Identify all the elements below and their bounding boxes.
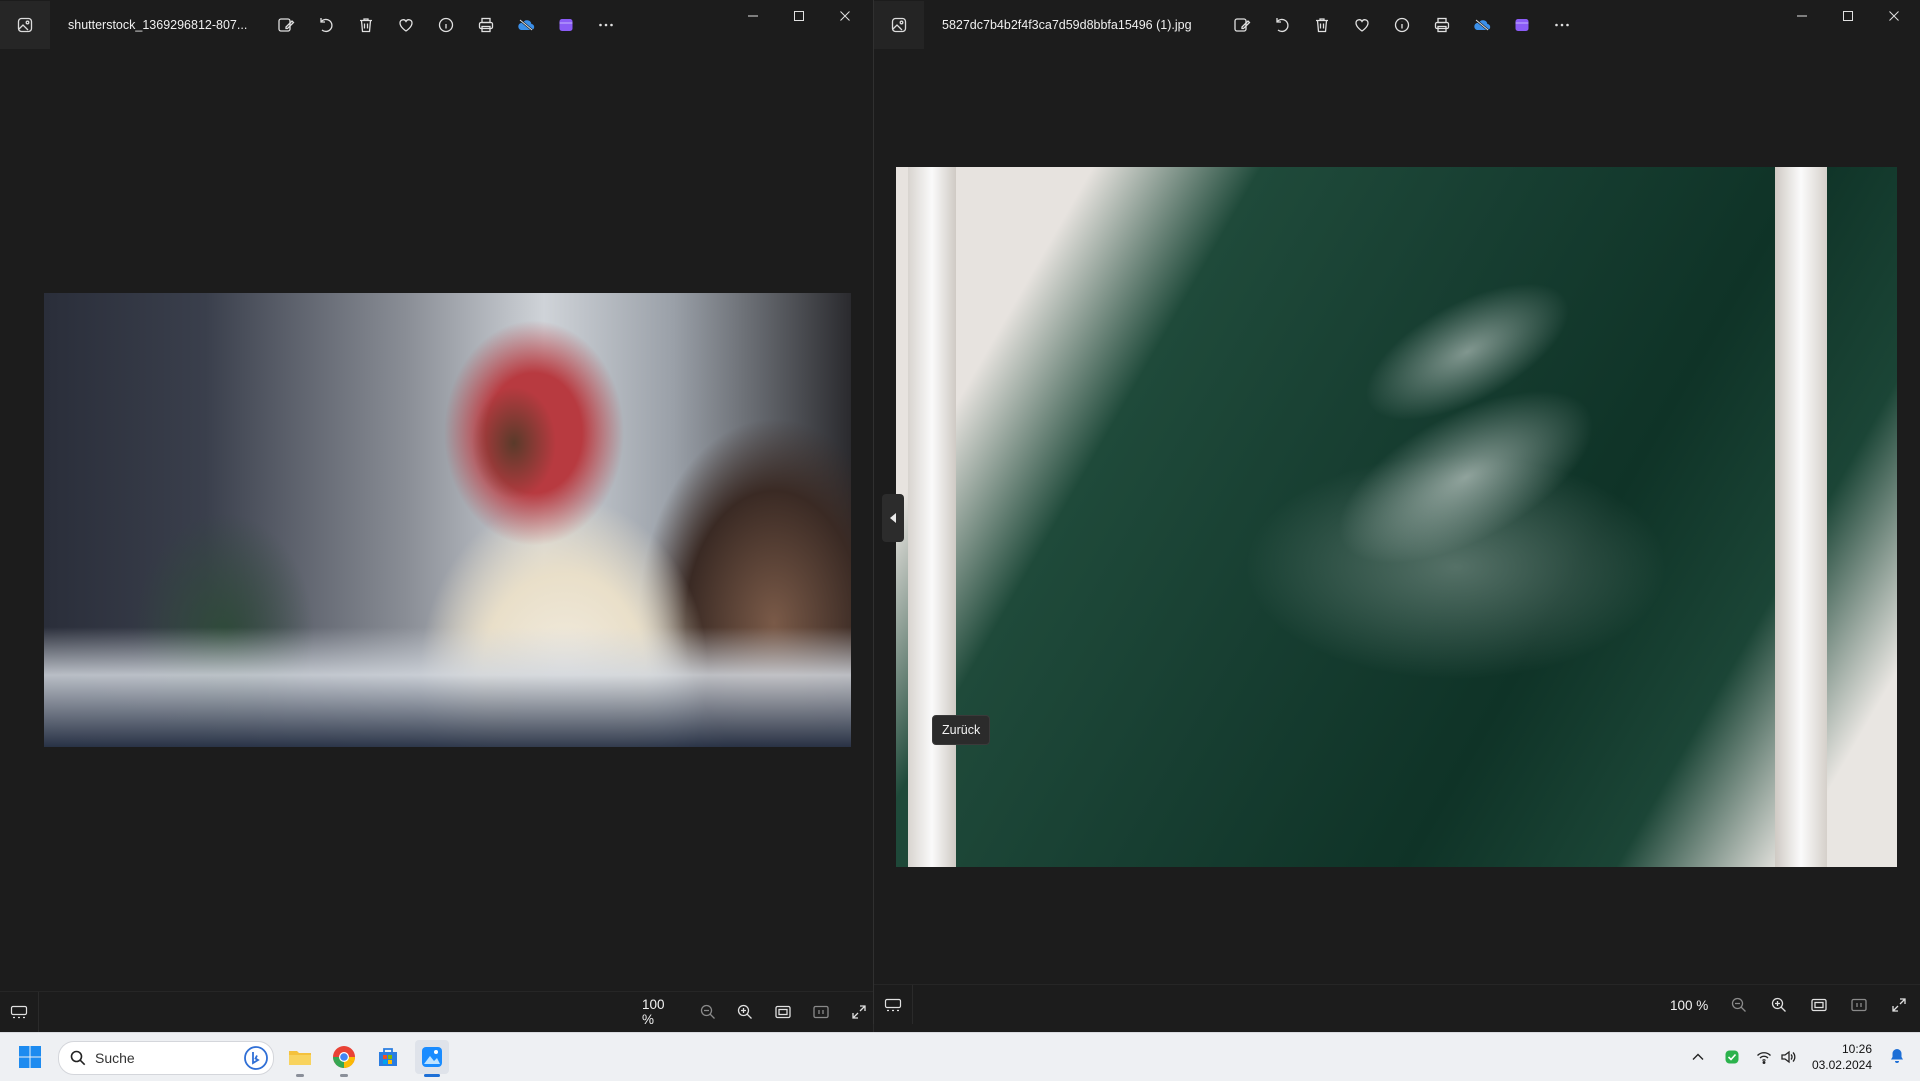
- clock-date: 03.02.2024: [1811, 1058, 1872, 1072]
- favorite-icon[interactable]: [1346, 9, 1378, 41]
- zoom-controls: 100 %: [1670, 990, 1914, 1020]
- zoom-out-icon[interactable]: [694, 997, 722, 1027]
- search-icon: [70, 1050, 86, 1066]
- window-controls: [730, 0, 868, 32]
- photos-icon: [422, 1047, 442, 1067]
- zoom-out-icon[interactable]: [1724, 990, 1754, 1020]
- actual-size-icon[interactable]: [1844, 990, 1874, 1020]
- photo-table-area: [44, 627, 851, 747]
- more-icon[interactable]: [590, 9, 622, 41]
- more-icon[interactable]: [1546, 9, 1578, 41]
- search-label: Suche: [95, 1050, 135, 1066]
- running-indicator: [340, 1074, 348, 1077]
- rotate-icon[interactable]: [1266, 9, 1298, 41]
- clipchamp-icon[interactable]: [550, 9, 582, 41]
- bing-icon[interactable]: [243, 1045, 269, 1071]
- wifi-icon[interactable]: [1756, 1049, 1772, 1065]
- microsoft-store-icon: [379, 1048, 397, 1066]
- store-taskbar-button[interactable]: [371, 1040, 405, 1074]
- tooltip: Zurück: [932, 715, 991, 745]
- fit-to-window-icon[interactable]: [769, 997, 797, 1027]
- flag-pole-left: [908, 167, 956, 867]
- displayed-photo-flag: [896, 167, 1897, 867]
- zoom-in-icon[interactable]: [1764, 990, 1794, 1020]
- close-button[interactable]: [1871, 0, 1917, 32]
- displayed-photo-meeting: [44, 293, 851, 747]
- security-shield-icon[interactable]: [1724, 1049, 1740, 1065]
- edit-icon[interactable]: [1226, 9, 1258, 41]
- fit-to-window-icon[interactable]: [1804, 990, 1834, 1020]
- minimize-button[interactable]: [1779, 0, 1825, 32]
- actual-size-icon[interactable]: [807, 997, 835, 1027]
- clock-time: 10:26: [1841, 1042, 1872, 1056]
- zoom-level[interactable]: 100 %: [642, 997, 678, 1027]
- print-icon[interactable]: [1426, 9, 1458, 41]
- chrome-taskbar-button[interactable]: [327, 1040, 361, 1077]
- filmstrip-icon[interactable]: [874, 985, 913, 1024]
- photos-app-icon[interactable]: [874, 1, 924, 49]
- running-indicator: [296, 1074, 304, 1077]
- bottom-bar: 100 %: [0, 991, 873, 1032]
- volume-icon[interactable]: [1780, 1049, 1796, 1065]
- window-controls: [1779, 0, 1917, 32]
- zoom-level[interactable]: 100 %: [1670, 998, 1708, 1013]
- minimize-button[interactable]: [730, 0, 776, 32]
- fullscreen-icon[interactable]: [1884, 990, 1914, 1020]
- flag-pole-right: [1775, 167, 1827, 867]
- info-icon[interactable]: [430, 9, 462, 41]
- rotate-icon[interactable]: [310, 9, 342, 41]
- onedrive-icon[interactable]: [510, 9, 542, 41]
- delete-icon[interactable]: [1306, 9, 1338, 41]
- delete-icon[interactable]: [350, 9, 382, 41]
- window-title: shutterstock_1369296812-807...: [68, 18, 248, 32]
- filmstrip-icon[interactable]: [0, 992, 39, 1032]
- fullscreen-icon[interactable]: [845, 997, 873, 1027]
- photos-app-icon[interactable]: [0, 1, 50, 49]
- chevron-left-icon: [890, 513, 896, 523]
- maximize-button[interactable]: [776, 0, 822, 32]
- clipchamp-icon[interactable]: [1506, 9, 1538, 41]
- previous-image-button[interactable]: [882, 494, 904, 542]
- chevron-up-icon[interactable]: [1690, 1049, 1706, 1065]
- bottom-bar: 100 %: [874, 984, 1920, 1024]
- file-explorer-taskbar-button[interactable]: [283, 1040, 317, 1077]
- maximize-button[interactable]: [1825, 0, 1871, 32]
- toolbar: [270, 9, 622, 41]
- notification-bell-icon[interactable]: [1888, 1047, 1906, 1065]
- window-title: 5827dc7b4b2f4f3ca7d59d8bbfa15496 (1).jpg: [942, 18, 1192, 32]
- edit-icon[interactable]: [270, 9, 302, 41]
- chrome-icon: [333, 1046, 355, 1068]
- taskbar: Suche 10:26 03.02.2024: [0, 1032, 1920, 1081]
- info-icon[interactable]: [1386, 9, 1418, 41]
- zoom-in-icon[interactable]: [731, 997, 759, 1027]
- print-icon[interactable]: [470, 9, 502, 41]
- onedrive-icon[interactable]: [1466, 9, 1498, 41]
- folder-icon: [289, 1051, 311, 1065]
- windows-start-icon[interactable]: [18, 1045, 42, 1069]
- running-indicator: [424, 1074, 440, 1077]
- system-tray: [1690, 1033, 1796, 1081]
- favorite-icon[interactable]: [390, 9, 422, 41]
- clock[interactable]: 10:26 03.02.2024: [1812, 1041, 1872, 1073]
- flag-inscription-area: [1123, 171, 1709, 723]
- close-button[interactable]: [822, 0, 868, 32]
- toolbar: [1226, 9, 1578, 41]
- photos-taskbar-button[interactable]: [415, 1040, 449, 1077]
- zoom-controls: 100 %: [642, 997, 873, 1027]
- taskbar-search-box[interactable]: Suche: [58, 1041, 274, 1075]
